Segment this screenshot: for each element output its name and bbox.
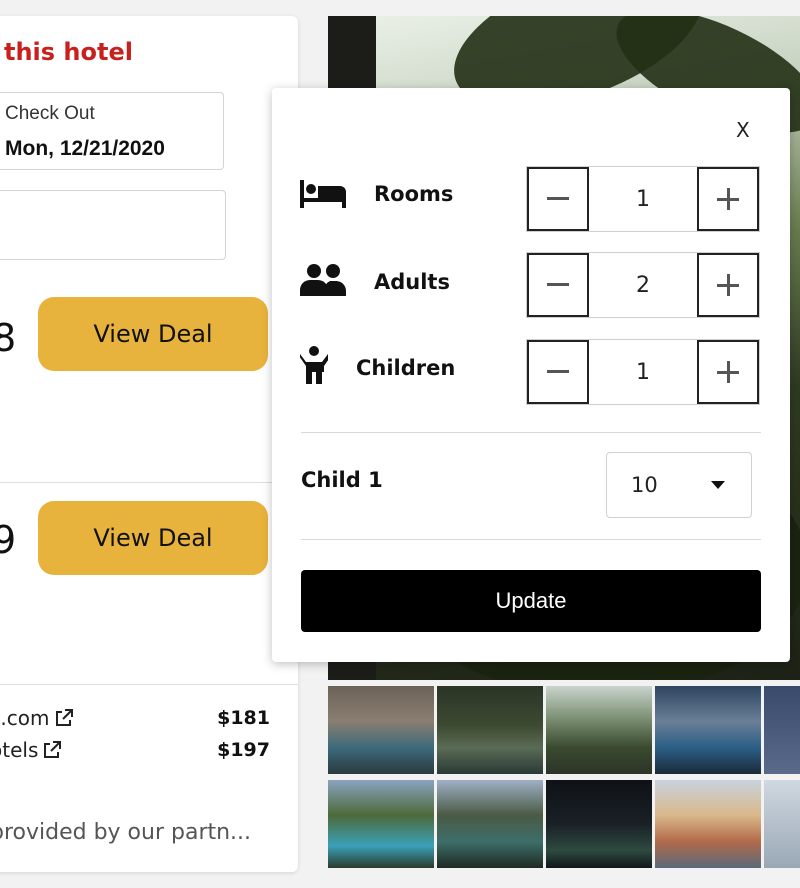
partner-link[interactable]: otels	[0, 738, 62, 762]
view-deal-button[interactable]: View Deal	[38, 297, 268, 371]
checkout-date-field[interactable]: Check Out Mon, 12/21/2020	[0, 92, 224, 170]
photo-thumbnail[interactable]	[655, 686, 761, 774]
plus-icon	[717, 188, 739, 210]
child-age-value: 10	[631, 473, 658, 497]
external-link-icon	[44, 741, 62, 758]
plus-icon	[717, 361, 739, 383]
rooms-stepper: 1	[526, 166, 760, 232]
minus-icon	[547, 370, 569, 373]
partner-price: $197	[217, 739, 270, 761]
hotel-booking-card: this hotel Check Out Mon, 12/21/2020 8 )…	[0, 16, 298, 872]
users-icon	[300, 264, 346, 296]
partner-price: $181	[217, 707, 270, 729]
divider	[301, 432, 761, 433]
partner-row[interactable]: otels $197	[0, 736, 270, 764]
photo-thumbnail[interactable]	[437, 686, 543, 774]
rooms-value: 1	[636, 186, 650, 212]
hotel-title: this hotel	[4, 38, 133, 66]
view-deal-button[interactable]: View Deal	[38, 501, 268, 575]
external-link-icon	[55, 709, 73, 726]
increment-button[interactable]	[697, 340, 759, 404]
plus-icon	[717, 274, 739, 296]
child-age-label: Child 1	[301, 468, 383, 492]
increment-button[interactable]	[697, 167, 759, 231]
partner-row[interactable]: s.com $181	[0, 704, 270, 732]
photo-thumbnail[interactable]	[546, 780, 652, 868]
minus-icon	[547, 283, 569, 286]
photo-thumbnail[interactable]	[437, 780, 543, 868]
child-icon	[300, 346, 328, 384]
increment-button[interactable]	[697, 253, 759, 317]
update-button[interactable]: Update	[301, 570, 761, 632]
photo-thumbnail[interactable]	[655, 780, 761, 868]
decrement-button[interactable]	[527, 167, 589, 231]
adults-label: Adults	[374, 270, 450, 294]
children-label: Children	[356, 356, 456, 380]
adults-stepper: 2	[526, 252, 760, 318]
checkout-date: Mon, 12/21/2020	[5, 137, 165, 160]
decrement-button[interactable]	[527, 253, 589, 317]
children-value: 1	[636, 359, 650, 385]
child-age-select[interactable]: 10	[606, 452, 752, 518]
divider	[0, 482, 298, 483]
divider	[301, 539, 761, 540]
partner-note: provided by our partn...	[0, 820, 252, 845]
bed-icon	[300, 180, 346, 208]
deal-price: 8	[0, 316, 17, 360]
deal-price: 9	[0, 518, 17, 562]
rooms-label: Rooms	[374, 182, 454, 206]
guests-field[interactable]	[0, 190, 226, 260]
close-button[interactable]: X	[736, 118, 750, 142]
partner-link[interactable]: s.com	[0, 706, 74, 730]
photo-thumbnail[interactable]	[546, 686, 652, 774]
decrement-button[interactable]	[527, 340, 589, 404]
minus-icon	[547, 197, 569, 200]
checkout-label: Check Out	[5, 103, 95, 124]
guest-selector-popup: X Rooms 1 Adults 2 Children 1 Child 1 10…	[272, 88, 790, 662]
children-stepper: 1	[526, 339, 760, 405]
caret-down-icon	[711, 481, 725, 489]
divider	[0, 684, 298, 685]
photo-thumbnail[interactable]	[764, 686, 800, 774]
photo-thumbnail[interactable]	[764, 780, 800, 868]
photo-thumbnail[interactable]	[328, 686, 434, 774]
photo-thumbnail[interactable]	[328, 780, 434, 868]
adults-value: 2	[636, 272, 650, 298]
